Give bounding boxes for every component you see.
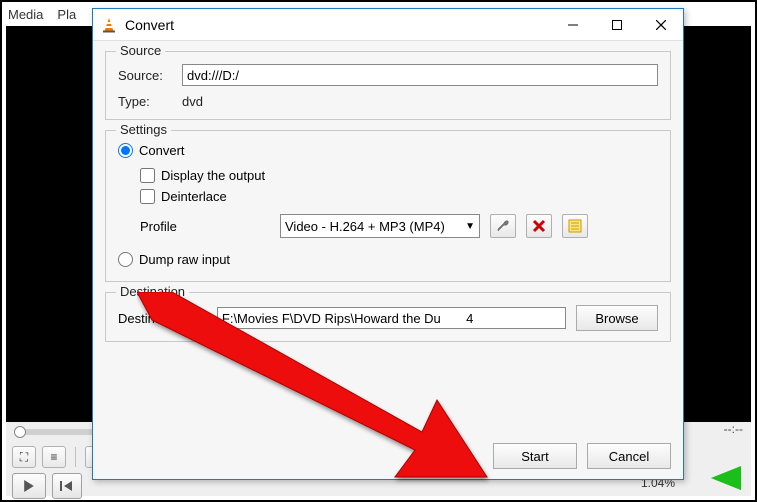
- destination-file-input[interactable]: [217, 307, 566, 329]
- convert-dialog: Convert Source Source: Type: dvd Setting…: [92, 8, 684, 480]
- new-profile-button[interactable]: [562, 214, 588, 238]
- dump-raw-label: Dump raw input: [139, 252, 230, 267]
- wrench-icon: [495, 218, 511, 234]
- delete-profile-button[interactable]: [526, 214, 552, 238]
- new-profile-icon: [568, 219, 582, 233]
- source-legend: Source: [116, 43, 165, 58]
- convert-radio[interactable]: [118, 143, 133, 158]
- vlc-cone-icon: [101, 17, 117, 33]
- separator: [75, 447, 76, 467]
- convert-radio-label: Convert: [139, 143, 185, 158]
- close-button[interactable]: [639, 9, 683, 41]
- type-value: dvd: [182, 94, 203, 109]
- chevron-down-icon: ▼: [465, 221, 475, 232]
- fullscreen-button[interactable]: ⛶: [12, 446, 36, 468]
- source-label: Source:: [118, 68, 174, 83]
- play-button[interactable]: [12, 473, 46, 499]
- start-button[interactable]: Start: [493, 443, 577, 469]
- cancel-button[interactable]: Cancel: [587, 443, 671, 469]
- profile-select[interactable]: Video - H.264 + MP3 (MP4) ▼: [280, 214, 480, 238]
- settings-legend: Settings: [116, 122, 171, 137]
- dump-raw-radio[interactable]: [118, 252, 133, 267]
- dialog-title: Convert: [125, 17, 551, 33]
- minimize-button[interactable]: [551, 9, 595, 41]
- previous-button[interactable]: [52, 473, 82, 499]
- extended-settings-button[interactable]: ≡: [42, 446, 66, 468]
- edit-profile-button[interactable]: [490, 214, 516, 238]
- display-output-checkbox[interactable]: [140, 168, 155, 183]
- seek-thumb[interactable]: [14, 426, 26, 438]
- display-output-label: Display the output: [161, 168, 265, 183]
- profile-value: Video - H.264 + MP3 (MP4): [285, 219, 445, 234]
- profile-label: Profile: [140, 219, 270, 234]
- time-remaining: --:--: [724, 422, 743, 436]
- destination-group: Destination Destination file: Browse: [105, 292, 671, 342]
- source-input[interactable]: [182, 64, 658, 86]
- delete-x-icon: [532, 219, 546, 233]
- settings-group: Settings Convert Display the output Dein…: [105, 130, 671, 282]
- destination-legend: Destination: [116, 284, 189, 299]
- deinterlace-checkbox[interactable]: [140, 189, 155, 204]
- menu-media[interactable]: Media: [8, 7, 43, 22]
- dialog-titlebar: Convert: [93, 9, 683, 41]
- maximize-button[interactable]: [595, 9, 639, 41]
- type-label: Type:: [118, 94, 174, 109]
- menu-playback[interactable]: Pla: [57, 7, 76, 22]
- source-group: Source Source: Type: dvd: [105, 51, 671, 120]
- deinterlace-label: Deinterlace: [161, 189, 227, 204]
- browse-button[interactable]: Browse: [576, 305, 658, 331]
- destination-file-label: Destination file:: [118, 311, 207, 326]
